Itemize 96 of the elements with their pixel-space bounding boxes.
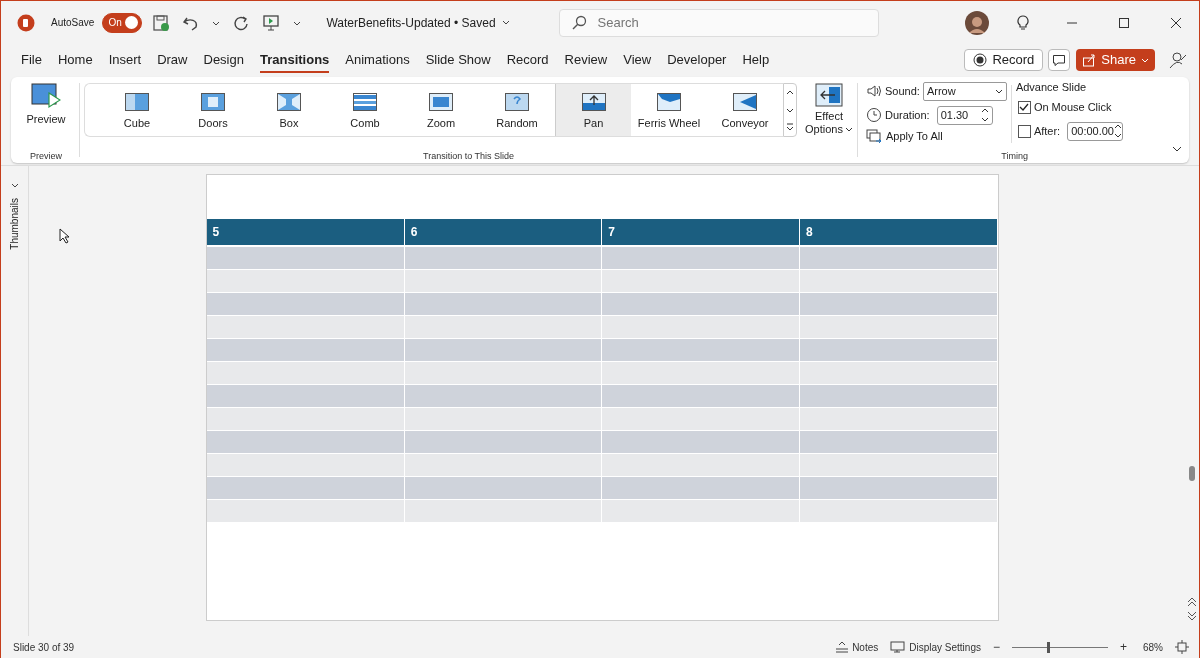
ribbon-tab[interactable]: File	[13, 46, 50, 73]
caret-icon	[844, 125, 853, 133]
ribbon-tab[interactable]: Draw	[149, 46, 196, 73]
transition-option[interactable]: Random	[479, 84, 555, 136]
table-header-cell: 7	[601, 219, 800, 246]
monitor-icon	[890, 641, 907, 653]
effect-options-icon	[815, 83, 843, 109]
group-label: Preview	[30, 151, 62, 161]
transition-option[interactable]: Ferris Wheel	[631, 84, 707, 136]
preview-button[interactable]: Preview	[26, 83, 66, 125]
app-icon	[17, 13, 35, 32]
caret-icon	[994, 87, 1003, 95]
ribbon-tab[interactable]: Animations	[337, 46, 418, 73]
apply-all-icon	[866, 129, 882, 143]
table-header-cell: 5	[206, 219, 405, 246]
search-field[interactable]: Search	[558, 8, 879, 37]
expand-icon[interactable]	[10, 182, 19, 190]
duration-spinner[interactable]: 01.30	[936, 105, 993, 125]
ribbon-tab[interactable]: Help	[734, 46, 778, 73]
document-title[interactable]: WaterBenefits-Updated • Saved	[326, 15, 511, 30]
zoom-in-button[interactable]: +	[1119, 640, 1127, 654]
sound-dropdown[interactable]: Arrow	[922, 81, 1007, 101]
ribbon-tab[interactable]: Record	[498, 46, 557, 73]
next-slide-icon[interactable]	[1187, 610, 1197, 622]
spin-arrows-icon	[980, 107, 989, 123]
speaker-icon	[866, 84, 882, 98]
transition-option[interactable]: Comb	[327, 84, 403, 136]
comments-button[interactable]	[1048, 48, 1071, 71]
check-icon	[1019, 102, 1030, 112]
checkbox-label: On Mouse Click	[1033, 101, 1112, 113]
transition-option[interactable]: Zoom	[403, 84, 479, 136]
avatar-icon[interactable]	[965, 10, 989, 35]
notes-icon	[835, 641, 850, 653]
transition-icon	[426, 91, 456, 113]
search-icon	[570, 14, 587, 31]
previous-slide-icon[interactable]	[1187, 596, 1197, 608]
record-icon	[973, 52, 988, 67]
transition-icon	[350, 91, 380, 113]
slide-play-icon	[31, 83, 61, 109]
redo-icon[interactable]	[232, 13, 251, 32]
presenter-icon[interactable]	[1169, 50, 1187, 69]
lightbulb-icon[interactable]	[1015, 13, 1031, 32]
zoom-percent[interactable]: 68%	[1143, 641, 1163, 653]
slide-counter: Slide 30 of 39	[13, 641, 75, 653]
transition-icon	[122, 91, 152, 113]
thumbnails-label[interactable]: Thumbnails	[9, 198, 20, 250]
share-button[interactable]: Share	[1076, 48, 1155, 71]
checkbox[interactable]	[1017, 100, 1031, 114]
ribbon-tab[interactable]: Developer	[659, 46, 735, 73]
checkbox[interactable]	[1017, 124, 1031, 138]
transition-icon	[654, 91, 684, 113]
fit-slide-icon[interactable]	[1175, 640, 1189, 654]
save-icon[interactable]	[152, 13, 171, 32]
transition-icon	[730, 91, 760, 113]
maximize-icon[interactable]	[1117, 15, 1131, 30]
transition-icon	[502, 91, 532, 113]
duration-label: Duration:	[885, 109, 930, 121]
after-spinner[interactable]: 00:00.00	[1067, 121, 1124, 141]
spin-arrows-icon	[1114, 123, 1122, 139]
table-header-cell: 8	[799, 219, 997, 246]
transition-option[interactable]: Doors	[175, 84, 251, 136]
slider-thumb[interactable]	[1046, 641, 1050, 653]
display-settings-button[interactable]: Display Settings	[890, 641, 981, 653]
scrollbar-thumb[interactable]	[1189, 466, 1195, 481]
table-header-cell: 6	[404, 219, 602, 246]
presentation-icon[interactable]	[262, 13, 281, 32]
transition-option[interactable]: Box	[251, 84, 327, 136]
transition-option[interactable]: Cube	[99, 84, 175, 136]
group-label: Transition to This Slide	[422, 151, 514, 161]
transition-option[interactable]: Pan	[555, 84, 631, 136]
transition-icon	[274, 91, 304, 113]
zoom-out-button[interactable]: −	[992, 640, 1000, 654]
notes-button[interactable]: Notes	[835, 641, 879, 653]
ribbon-tab[interactable]: Review	[556, 46, 616, 73]
checkbox-label: After:	[1033, 125, 1061, 137]
group-label: Timing	[1001, 151, 1028, 161]
ribbon-tab[interactable]: View	[615, 46, 660, 73]
transition-option[interactable]: Conveyor	[707, 84, 783, 136]
apply-to-all-button[interactable]: Apply To All	[866, 129, 1007, 143]
transition-icon	[198, 91, 228, 113]
ribbon-tab[interactable]: Slide Show	[417, 46, 499, 73]
effect-options-button[interactable]: Effect Options	[805, 83, 853, 135]
sound-label: Sound:	[885, 85, 920, 97]
ribbon-tab[interactable]: Home	[49, 46, 101, 73]
share-icon	[1082, 52, 1097, 67]
autosave-label: AutoSave	[51, 17, 95, 28]
ribbon-tab[interactable]: Transitions	[251, 46, 338, 73]
autosave-toggle[interactable]: On	[102, 12, 143, 33]
advance-slide-title: Advance Slide	[1015, 81, 1088, 93]
comment-icon	[1052, 52, 1067, 67]
record-button[interactable]: Record	[964, 48, 1044, 71]
clock-icon	[866, 107, 882, 123]
close-icon[interactable]	[1169, 15, 1183, 30]
cursor-icon	[59, 228, 71, 244]
ribbon-tab[interactable]: Design	[195, 46, 252, 73]
ribbon-tab[interactable]: Insert	[100, 46, 150, 73]
